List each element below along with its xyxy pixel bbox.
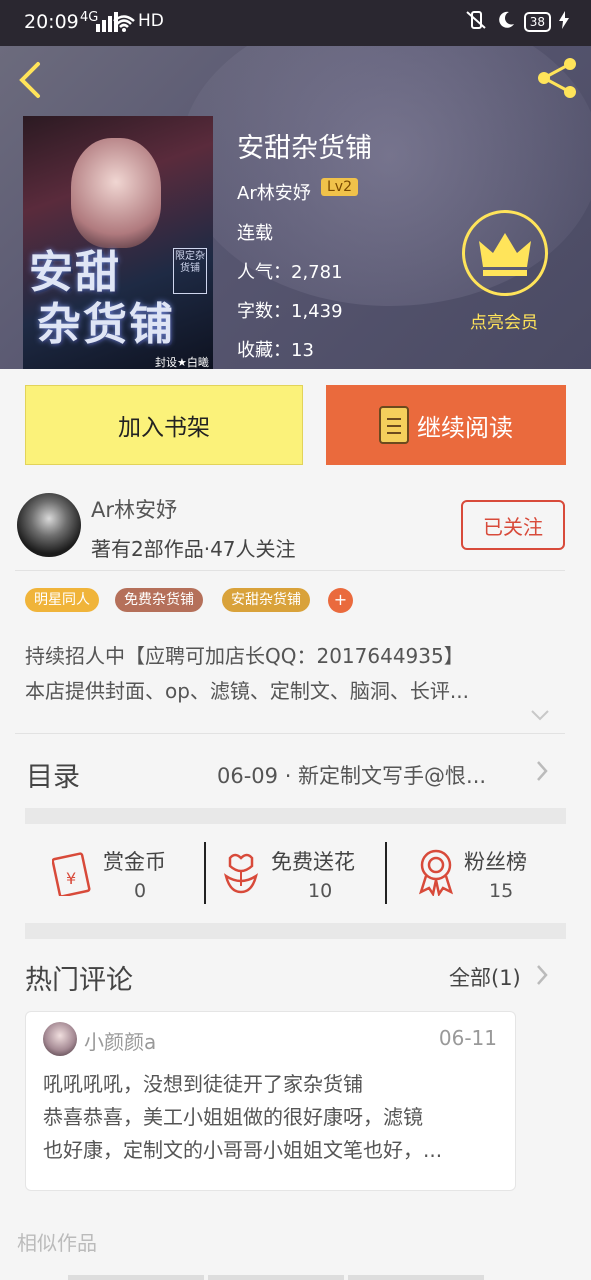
crown-icon [479, 233, 531, 276]
cover-figure [71, 138, 161, 248]
svg-text:¥: ¥ [66, 869, 76, 888]
header-author-name[interactable]: Ar林安妤 [237, 179, 311, 205]
toc-row[interactable]: 目录 06-09 · 新定制文写手@恨... [0, 738, 591, 806]
word-count-stat: 字数：1,439 [237, 301, 343, 322]
stat-label: 粉丝榜 [464, 850, 527, 874]
author-name[interactable]: Ar林安妤 [91, 494, 177, 524]
chevron-right-icon [535, 760, 549, 786]
flower-icon [224, 853, 258, 894]
vip-label[interactable]: 点亮会员 [470, 308, 538, 333]
stat-value: 15 [489, 880, 514, 902]
status-right-group: 38 [464, 10, 569, 34]
continue-reading-button[interactable]: 继续阅读 [326, 385, 566, 465]
stat-label: 赏金币 [103, 850, 166, 874]
wifi-icon [112, 14, 136, 38]
section-separator [25, 808, 566, 824]
commenter-avatar[interactable] [43, 1022, 77, 1056]
follow-button[interactable]: 已关注 [461, 500, 565, 550]
status-bar: 20:09 4G HD 38 [0, 0, 591, 46]
medal-icon [418, 849, 454, 896]
free-flowers-button[interactable]: 免费送花 10 [222, 840, 382, 910]
author-avatar[interactable] [17, 493, 81, 557]
stat-value: 0 [134, 880, 147, 902]
stat-value: 10 [308, 880, 333, 902]
cover-credit: 封设★白曦 [155, 356, 209, 369]
similar-work-card[interactable] [348, 1275, 484, 1280]
add-to-shelf-button[interactable]: 加入书架 [25, 385, 303, 465]
back-button[interactable] [16, 60, 46, 98]
back-arrow-icon [19, 62, 40, 98]
comment-card[interactable]: 小颜颜a 06-11 吼吼吼吼，没想到徒徒开了家杂货铺 恭喜恭喜，美工小姐姐做的… [25, 1011, 516, 1191]
comment-date: 06-11 [438, 1026, 497, 1050]
popularity-stat: 人气：2,781 [237, 262, 343, 283]
fan-ranking-button[interactable]: 粉丝榜 15 [417, 840, 557, 910]
charging-icon [559, 11, 569, 33]
tag-item[interactable]: 明星同人 [25, 588, 99, 612]
add-tag-button[interactable]: + [328, 588, 353, 613]
similar-works-title: 相似作品 [17, 1231, 97, 1255]
similar-work-card[interactable] [68, 1275, 204, 1280]
similar-work-card[interactable] [208, 1275, 344, 1280]
book-title: 安甜杂货铺 [237, 133, 372, 164]
battery-icon: 38 [523, 12, 551, 32]
description-line1: 持续招人中【应聘可加店长QQ：2017644935】 [25, 644, 464, 668]
stat-separator [385, 842, 387, 904]
vibrate-icon [464, 10, 488, 34]
toc-latest-chapter: 06-09 · 新定制文写手@恨... [217, 764, 487, 788]
book-icon [379, 406, 409, 444]
book-status: 连载 [237, 223, 273, 244]
red-envelope-icon: ¥ [52, 852, 91, 896]
follow-label: 已关注 [483, 514, 543, 539]
divider [15, 570, 565, 571]
vip-button[interactable] [462, 210, 548, 296]
toc-label: 目录 [26, 762, 80, 793]
tag-item[interactable]: 安甜杂货铺 [222, 588, 310, 612]
author-info: 著有2部作品·47人关注 [91, 537, 296, 561]
favorites-stat: 收藏：13 [237, 340, 314, 361]
comment-text-line2: 恭喜恭喜，美工小姐姐做的很好康呀，滤镜 [43, 1105, 423, 1129]
share-icon [538, 58, 576, 98]
level-badge: Lv2 [321, 178, 358, 196]
commenter-name[interactable]: 小颜颜a [84, 1026, 156, 1055]
expand-description-button[interactable] [530, 706, 550, 727]
share-button[interactable] [536, 56, 580, 100]
section-separator [25, 923, 566, 939]
comment-text-line1: 吼吼吼吼，没想到徒徒开了家杂货铺 [43, 1072, 363, 1096]
tag-item[interactable]: 免费杂货铺 [115, 588, 203, 612]
continue-reading-label: 继续阅读 [417, 413, 513, 442]
chevron-right-icon [535, 964, 549, 990]
divider [15, 733, 565, 734]
cover-title-line2: 杂货铺 [37, 299, 175, 350]
comments-title: 热门评论 [25, 965, 133, 996]
reward-coins-button[interactable]: ¥ 赏金币 0 [52, 840, 202, 910]
hd-indicator: HD [138, 11, 164, 31]
moon-icon [496, 10, 516, 34]
chevron-down-icon [531, 710, 549, 721]
cover-stamp: 限定杂货铺 [173, 248, 207, 294]
all-comments-link[interactable]: 全部(1) [449, 962, 521, 992]
comment-text-line3: 也好康，定制文的小哥哥小姐姐文笔也好，... [43, 1138, 443, 1162]
book-header: 安甜 杂货铺 限定杂货铺 封设★白曦 安甜杂货铺 Ar林安妤 Lv2 连载 人气… [0, 46, 591, 369]
status-time: 20:09 [24, 11, 79, 33]
description-line2: 本店提供封面、op、滤镜、定制文、脑洞、长评... [25, 679, 470, 703]
book-cover[interactable]: 安甜 杂货铺 限定杂货铺 封设★白曦 [23, 116, 213, 369]
stat-separator [204, 842, 206, 904]
stat-label: 免费送花 [271, 850, 355, 874]
add-to-shelf-label: 加入书架 [118, 415, 210, 441]
